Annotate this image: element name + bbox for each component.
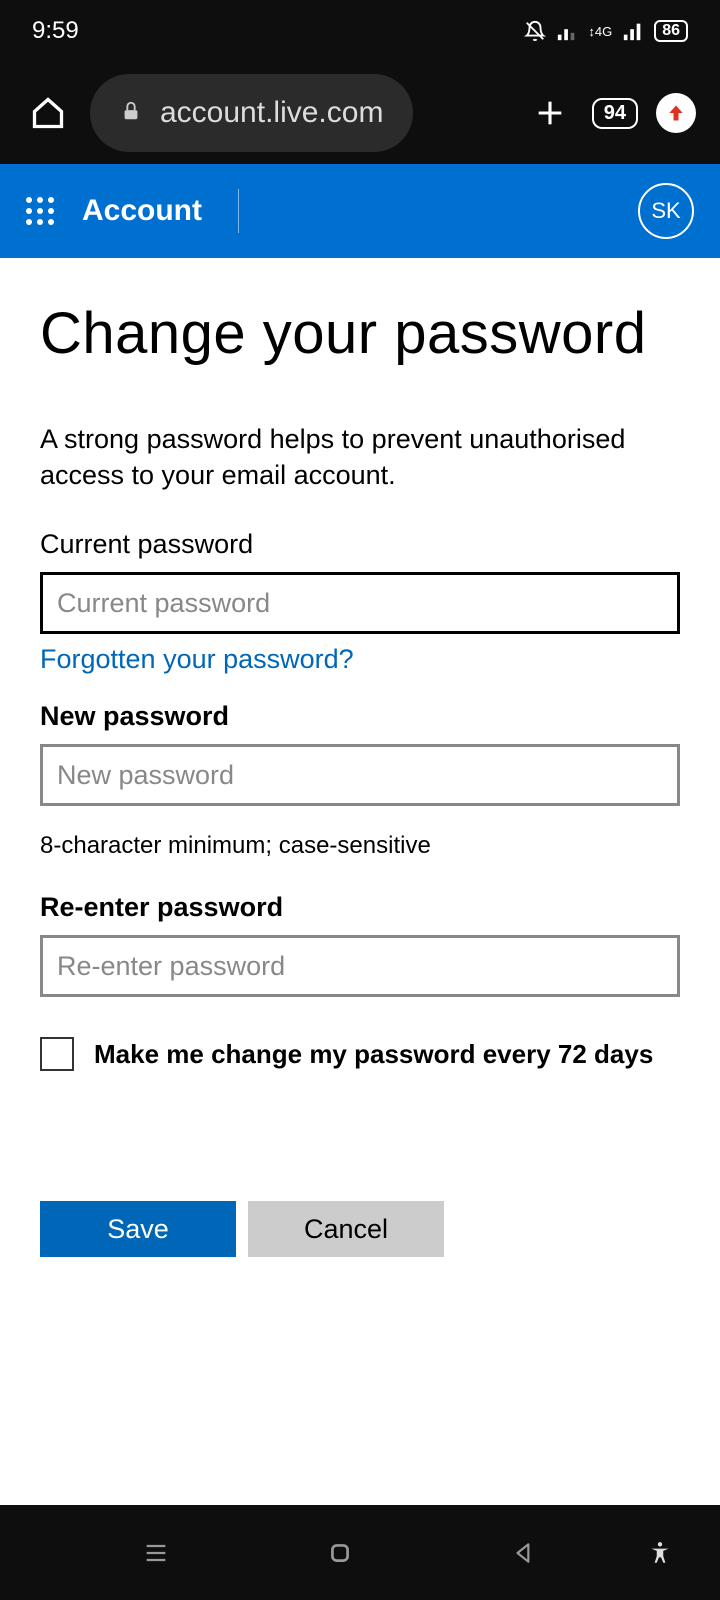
app-launcher-icon[interactable] [26,197,54,225]
battery-icon: 86 [654,20,688,42]
new-password-label: New password [40,701,680,732]
reenter-password-input[interactable] [40,935,680,997]
ms-header: Account SK [0,164,720,258]
new-password-input[interactable] [40,744,680,806]
current-password-input[interactable] [40,572,680,634]
recent-apps-icon[interactable] [136,1533,176,1573]
notification-off-icon [524,20,546,42]
accessibility-icon[interactable] [640,1533,680,1573]
reenter-password-group: Re-enter password [40,892,680,997]
checkbox-label: Make me change my password every 72 days [94,1039,653,1070]
new-password-group: New password [40,701,680,806]
update-icon[interactable] [656,93,696,133]
page-title: Change your password [40,298,680,371]
cancel-button[interactable]: Cancel [248,1201,444,1257]
signal-icon-2 [622,20,644,42]
status-right: ↕4G 86 [524,20,688,42]
checkbox-row: Make me change my password every 72 days [40,1037,680,1071]
avatar[interactable]: SK [638,183,694,239]
header-title[interactable]: Account [82,194,202,228]
header-divider [238,189,239,233]
forgot-password-link[interactable]: Forgotten your password? [40,644,354,675]
back-nav-icon[interactable] [504,1533,544,1573]
current-password-label: Current password [40,529,680,560]
button-row: Save Cancel [40,1201,680,1257]
signal-icon [556,20,578,42]
status-time: 9:59 [32,17,79,45]
lock-icon [120,96,142,130]
current-password-group: Current password Forgotten your password… [40,529,680,675]
new-password-hint: 8-character minimum; case-sensitive [40,832,680,860]
content: Change your password A strong password h… [0,258,720,1257]
home-nav-icon[interactable] [320,1533,360,1573]
home-icon[interactable] [24,89,72,137]
new-tab-icon[interactable] [526,89,574,137]
network-label: ↕4G [588,25,612,38]
browser-bar: account.live.com 94 [0,62,720,164]
tab-count-badge[interactable]: 94 [592,98,638,129]
status-bar: 9:59 ↕4G 86 [0,0,720,62]
change-every-72-checkbox[interactable] [40,1037,74,1071]
android-nav-bar [0,1505,720,1600]
reenter-password-label: Re-enter password [40,892,680,923]
save-button[interactable]: Save [40,1201,236,1257]
url-bar[interactable]: account.live.com [90,74,413,152]
description: A strong password helps to prevent unaut… [40,421,680,494]
url-text: account.live.com [160,96,383,130]
